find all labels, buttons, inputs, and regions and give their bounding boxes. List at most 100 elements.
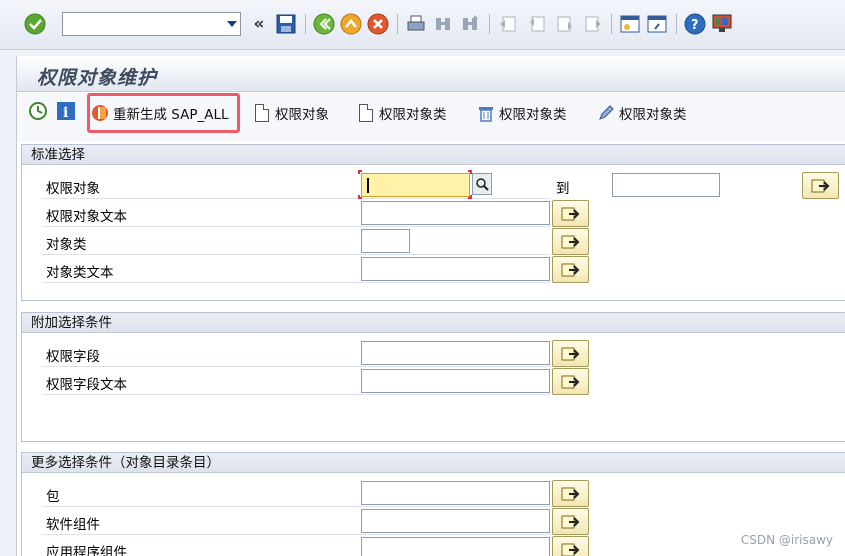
group-standard-selection: 标准选择 权限对象 到 权限对象文本 对象类 对象类文本: [21, 144, 845, 301]
toolbar-separator: [397, 14, 398, 34]
exit-icon[interactable]: [340, 13, 362, 35]
group-header: 标准选择: [22, 145, 845, 165]
multiple-selection-button[interactable]: [552, 536, 589, 556]
page-title: 权限对象维护: [37, 67, 158, 89]
focus-corner: [358, 195, 362, 199]
multiple-selection-button[interactable]: [552, 200, 589, 227]
software-component-input[interactable]: [361, 509, 550, 533]
multiple-selection-icon: [561, 347, 579, 360]
toolbar-separator: [489, 14, 490, 34]
create-session-icon[interactable]: [619, 13, 641, 35]
trash-icon: [477, 103, 495, 123]
search-help-button[interactable]: [472, 173, 492, 195]
group-header: 附加选择条件: [22, 313, 845, 333]
delete-object-class-label: 权限对象类: [499, 107, 567, 123]
field-label: 权限字段文本: [46, 377, 127, 393]
multiple-selection-icon: [811, 179, 829, 192]
enter-check-icon[interactable]: [24, 13, 46, 35]
regenerate-icon: [91, 103, 109, 123]
auth-object-text-input[interactable]: [361, 201, 550, 225]
command-field[interactable]: [62, 12, 241, 36]
regenerate-sap-all-button[interactable]: 重新生成 SAP_ALL: [91, 99, 229, 127]
change-object-class-label: 权限对象类: [619, 107, 687, 123]
new-document-icon: [253, 103, 271, 123]
svg-text:?: ?: [691, 18, 699, 33]
first-page-icon[interactable]: [497, 13, 519, 35]
auth-field-input[interactable]: [361, 341, 550, 365]
info-icon[interactable]: i: [55, 100, 77, 122]
regenerate-label: 重新生成 SAP_ALL: [113, 107, 229, 123]
field-label: 对象类: [46, 237, 87, 253]
chevron-down-icon[interactable]: [227, 21, 237, 27]
multiple-selection-icon: [561, 375, 579, 388]
title-bar: 权限对象维护: [17, 56, 845, 92]
prev-page-icon[interactable]: [526, 13, 548, 35]
multiple-selection-button[interactable]: [552, 480, 589, 507]
multiple-selection-icon: [561, 543, 579, 556]
toolbar-separator: [611, 14, 612, 34]
auth-object-to-input[interactable]: [612, 173, 720, 197]
object-class-input[interactable]: [361, 229, 410, 253]
focus-corner: [358, 170, 362, 174]
package-input[interactable]: [361, 481, 550, 505]
auth-field-text-input[interactable]: [361, 369, 550, 393]
help-icon[interactable]: ?: [684, 13, 706, 35]
multiple-selection-icon: [561, 515, 579, 528]
auth-object-input[interactable]: [361, 173, 470, 197]
last-page-icon[interactable]: [582, 13, 604, 35]
multiple-selection-button[interactable]: [552, 508, 589, 535]
create-object-class-button[interactable]: 权限对象类: [357, 99, 447, 127]
to-label: 到: [556, 181, 570, 197]
application-component-input[interactable]: [361, 537, 550, 556]
multiple-selection-button[interactable]: [552, 256, 589, 283]
find-icon[interactable]: [432, 13, 454, 35]
multiple-selection-icon: [561, 487, 579, 500]
back-green-icon[interactable]: [313, 13, 335, 35]
create-auth-object-button[interactable]: 权限对象: [253, 99, 329, 127]
multiple-selection-button[interactable]: [552, 340, 589, 367]
field-label: 权限字段: [46, 349, 100, 365]
delete-object-class-button[interactable]: 权限对象类: [477, 99, 567, 127]
new-document-icon: [357, 103, 375, 123]
shortcut-icon[interactable]: [646, 13, 668, 35]
back-icon[interactable]: «: [248, 13, 270, 35]
system-toolbar: « ?: [0, 0, 845, 50]
multiple-selection-button[interactable]: [552, 368, 589, 395]
field-label: 软件组件: [46, 517, 100, 533]
pencil-icon: [597, 103, 615, 123]
multiple-selection-button[interactable]: [552, 228, 589, 255]
field-label: 对象类文本: [46, 265, 114, 281]
group-header: 更多选择条件（对象目录条目）: [22, 453, 845, 473]
print-icon[interactable]: [405, 13, 427, 35]
object-class-text-input[interactable]: [361, 257, 550, 281]
field-label: 权限对象: [46, 181, 100, 197]
cancel-icon[interactable]: [367, 13, 389, 35]
save-icon[interactable]: [275, 13, 297, 35]
group-more-selection: 更多选择条件（对象目录条目） 包 软件组件 应用程序组件: [21, 452, 845, 556]
group-additional-selection: 附加选择条件 权限字段 权限字段文本: [21, 312, 845, 442]
multiple-selection-icon: [561, 235, 579, 248]
focus-corner: [468, 195, 472, 199]
svg-text:i: i: [63, 105, 68, 121]
change-object-class-button[interactable]: 权限对象类: [597, 99, 687, 127]
next-page-icon[interactable]: [554, 13, 576, 35]
multiple-selection-button[interactable]: [802, 172, 839, 199]
field-label: 应用程序组件: [46, 545, 127, 556]
create-auth-object-label: 权限对象: [275, 107, 329, 123]
watermark: CSDN @irisawy: [740, 533, 833, 547]
layout-menu-icon[interactable]: [711, 13, 733, 35]
field-label: 包: [46, 489, 60, 505]
application-toolbar: i 重新生成 SAP_ALL 权限对象 权限对象类 权限对象类 权限对象类: [17, 93, 845, 141]
search-icon: [476, 178, 489, 191]
execute-clock-icon[interactable]: [27, 100, 49, 122]
create-object-class-label: 权限对象类: [379, 107, 447, 123]
row-object-class: 对象类: [42, 228, 550, 255]
toolbar-separator: [676, 14, 677, 34]
multiple-selection-icon: [561, 263, 579, 276]
field-label: 权限对象文本: [46, 209, 127, 225]
multiple-selection-icon: [561, 207, 579, 220]
main-panel: 权限对象维护 i 重新生成 SAP_ALL 权限对象 权限对象类 权限对象类 权…: [16, 56, 845, 556]
toolbar-separator: [305, 14, 306, 34]
text-cursor: [367, 178, 369, 193]
find-next-icon[interactable]: [459, 13, 481, 35]
